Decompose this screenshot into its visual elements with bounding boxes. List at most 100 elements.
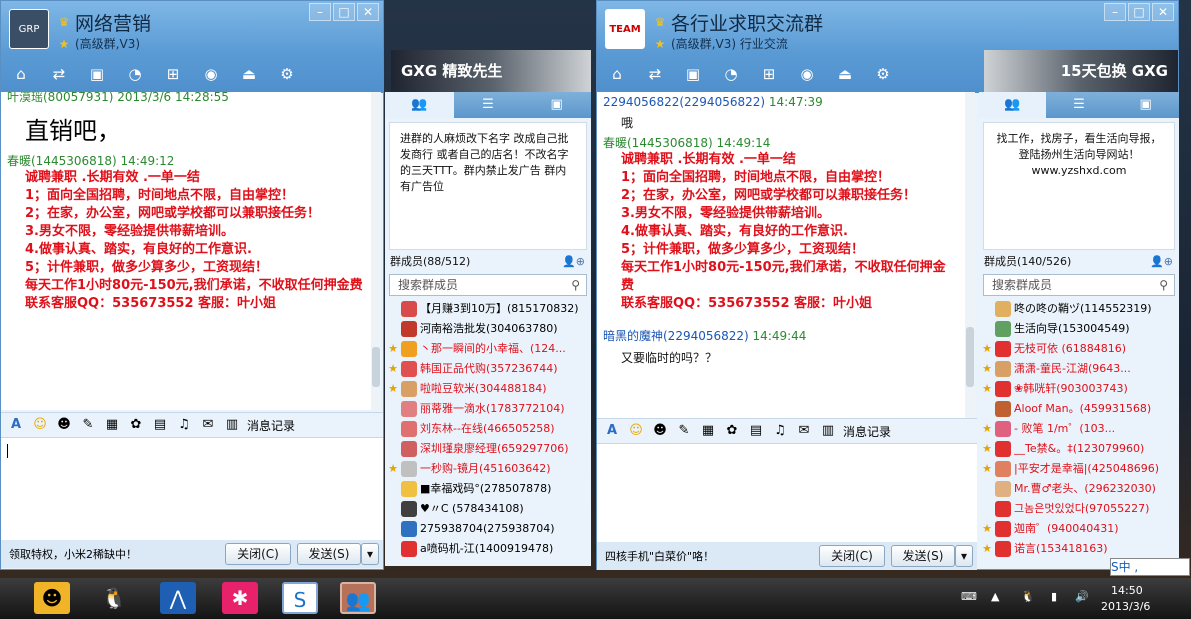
tray-expand-icon[interactable]: ▲: [991, 590, 999, 603]
member-item[interactable]: ★ 啦啦豆软米(304488184): [385, 379, 591, 399]
member-item[interactable]: ★ 无枝可依 (61884816): [979, 339, 1179, 359]
music-icon[interactable]: ♫: [175, 416, 193, 434]
group-avatar[interactable]: GRP: [9, 9, 49, 49]
member-item[interactable]: 咚の咚の鞘ヅ(114552319): [979, 299, 1179, 319]
magic-face-icon[interactable]: ☻: [55, 416, 73, 434]
app-icon-media[interactable]: ✱: [222, 582, 258, 614]
qq-tray-icon[interactable]: 🐧: [1021, 590, 1035, 603]
maximize-button[interactable]: □: [333, 3, 355, 21]
member-item[interactable]: ♥〃C (578434108): [385, 499, 591, 519]
voice-icon[interactable]: ✉: [199, 416, 217, 434]
clock-time[interactable]: 14:50: [1111, 584, 1143, 597]
member-item[interactable]: Mr.曹♂老头、(296232030): [979, 479, 1179, 499]
tab-files-icon[interactable]: ▣: [1112, 92, 1179, 118]
tab-announce-icon[interactable]: ☰: [1046, 92, 1113, 118]
member-tools-icon[interactable]: 👤⊕: [1150, 250, 1173, 274]
group-avatar[interactable]: TEAM: [605, 9, 645, 49]
minimize-button[interactable]: –: [1104, 3, 1126, 21]
volume-icon[interactable]: 🔊: [1075, 590, 1089, 603]
app-icon[interactable]: ⊞: [755, 63, 783, 85]
send-button[interactable]: 发送(S): [297, 543, 361, 565]
member-item[interactable]: 生活向导(153004549): [979, 319, 1179, 339]
maximize-button[interactable]: □: [1128, 3, 1150, 21]
member-search-input[interactable]: 搜索群成员 ⚲: [389, 274, 587, 296]
send-options-button[interactable]: ▾: [361, 543, 379, 565]
input-method-bar[interactable]: S中 ,: [1110, 558, 1190, 576]
message-input[interactable]: [1, 438, 383, 540]
picture-icon[interactable]: ▦: [699, 422, 717, 440]
member-item[interactable]: Aloof Man。(459931568): [979, 399, 1179, 419]
member-item[interactable]: ★ 韩国正品代购(357236744): [385, 359, 591, 379]
tab-members-icon[interactable]: 👥: [979, 92, 1046, 118]
member-item[interactable]: ★ 丶那一瞬间的小幸福、(124...: [385, 339, 591, 359]
video-icon[interactable]: ◉: [793, 63, 821, 85]
status-tip[interactable]: 领取特权，小米2稀缺中！: [9, 546, 137, 562]
app-icon-qqgroup[interactable]: 👥: [340, 582, 376, 614]
close-chat-button[interactable]: 关闭(C): [819, 545, 885, 567]
member-item[interactable]: 刘东林--在线(466505258): [385, 419, 591, 439]
history-label[interactable]: 消息记录: [247, 417, 295, 434]
send-options-button[interactable]: ▾: [955, 545, 973, 567]
music-icon[interactable]: ♫: [771, 422, 789, 440]
chat-scrollbar[interactable]: [371, 92, 381, 410]
status-tip[interactable]: 四核手机"白菜价"咯！: [605, 548, 714, 564]
gear-icon[interactable]: ⚙: [869, 63, 897, 85]
voice-icon[interactable]: ✉: [795, 422, 813, 440]
app-icon-browser[interactable]: ⋀: [160, 582, 196, 614]
member-item[interactable]: ★ 诺言(153418163): [979, 539, 1179, 559]
member-item[interactable]: ★ __Te禁&。‡(123079960): [979, 439, 1179, 459]
member-item[interactable]: 그놈은멋있었다(97055227): [979, 499, 1179, 519]
message-input[interactable]: [597, 444, 977, 542]
member-item[interactable]: ★ - 败笔 1/m゜(103...: [979, 419, 1179, 439]
member-item[interactable]: a喷码机-江(1400919478): [385, 539, 591, 559]
member-item[interactable]: ★ 迦南゜(940040431): [979, 519, 1179, 539]
member-tools-icon[interactable]: 👤⊕: [562, 250, 585, 274]
album-icon[interactable]: ▣: [679, 63, 707, 85]
history-icon[interactable]: ▥: [223, 416, 241, 434]
gift-icon[interactable]: ✿: [127, 416, 145, 434]
home-icon[interactable]: ⌂: [7, 63, 35, 85]
member-item[interactable]: ★ 潇潇-童民-江湖(9643...: [979, 359, 1179, 379]
close-chat-button[interactable]: 关闭(C): [225, 543, 291, 565]
font-icon[interactable]: A: [7, 416, 25, 434]
member-item[interactable]: ★ ❀韩咣轩(903003743): [979, 379, 1179, 399]
tab-members-icon[interactable]: 👥: [385, 92, 454, 118]
search-icon[interactable]: ⚲: [1159, 275, 1168, 295]
send-button[interactable]: 发送(S): [891, 545, 955, 567]
member-item[interactable]: 275938704(275938704): [385, 519, 591, 539]
gear-icon[interactable]: ⚙: [273, 63, 301, 85]
app-icon-sogou[interactable]: S: [282, 582, 318, 614]
bell-icon[interactable]: ⏏: [831, 63, 859, 85]
app-icon-qq[interactable]: 🐧: [96, 582, 132, 614]
ad-banner-2[interactable]: 15天包换 GXG: [984, 50, 1178, 92]
tab-files-icon[interactable]: ▣: [522, 92, 591, 118]
close-button[interactable]: ✕: [357, 3, 379, 21]
album-icon[interactable]: ▣: [83, 63, 111, 85]
member-item[interactable]: ★ 一秒购-镜月(451603642): [385, 459, 591, 479]
member-item[interactable]: 深圳瑾泉廖经理(659297706): [385, 439, 591, 459]
ad-banner-1[interactable]: GXG 精致先生: [391, 50, 591, 92]
member-search-input[interactable]: 搜索群成员 ⚲: [983, 274, 1175, 296]
member-item[interactable]: ■幸福戏码°(278507878): [385, 479, 591, 499]
chat-icon[interactable]: ◔: [121, 63, 149, 85]
image-shake-icon[interactable]: ✎: [79, 416, 97, 434]
clock-date[interactable]: 2013/3/6: [1101, 600, 1150, 613]
member-item[interactable]: ★ |平安才是幸福|(425048696): [979, 459, 1179, 479]
app-icon-qqpet[interactable]: ☻: [34, 582, 70, 614]
chat-scrollbar[interactable]: [965, 92, 975, 418]
scrollbar-thumb[interactable]: [966, 327, 974, 387]
image-shake-icon[interactable]: ✎: [675, 422, 693, 440]
history-icon[interactable]: ▥: [819, 422, 837, 440]
video-icon[interactable]: ◉: [197, 63, 225, 85]
network-icon[interactable]: ▮: [1051, 590, 1057, 603]
scrollbar-thumb[interactable]: [372, 347, 380, 387]
share-icon[interactable]: ⇄: [45, 63, 73, 85]
bell-icon[interactable]: ⏏: [235, 63, 263, 85]
history-label[interactable]: 消息记录: [843, 423, 891, 440]
share-icon[interactable]: ⇄: [641, 63, 669, 85]
close-button[interactable]: ✕: [1152, 3, 1174, 21]
emoji-icon[interactable]: ☺: [31, 416, 49, 434]
font-icon[interactable]: A: [603, 422, 621, 440]
tab-announce-icon[interactable]: ☰: [454, 92, 523, 118]
member-item[interactable]: 【月赚3到10万】(815170832): [385, 299, 591, 319]
